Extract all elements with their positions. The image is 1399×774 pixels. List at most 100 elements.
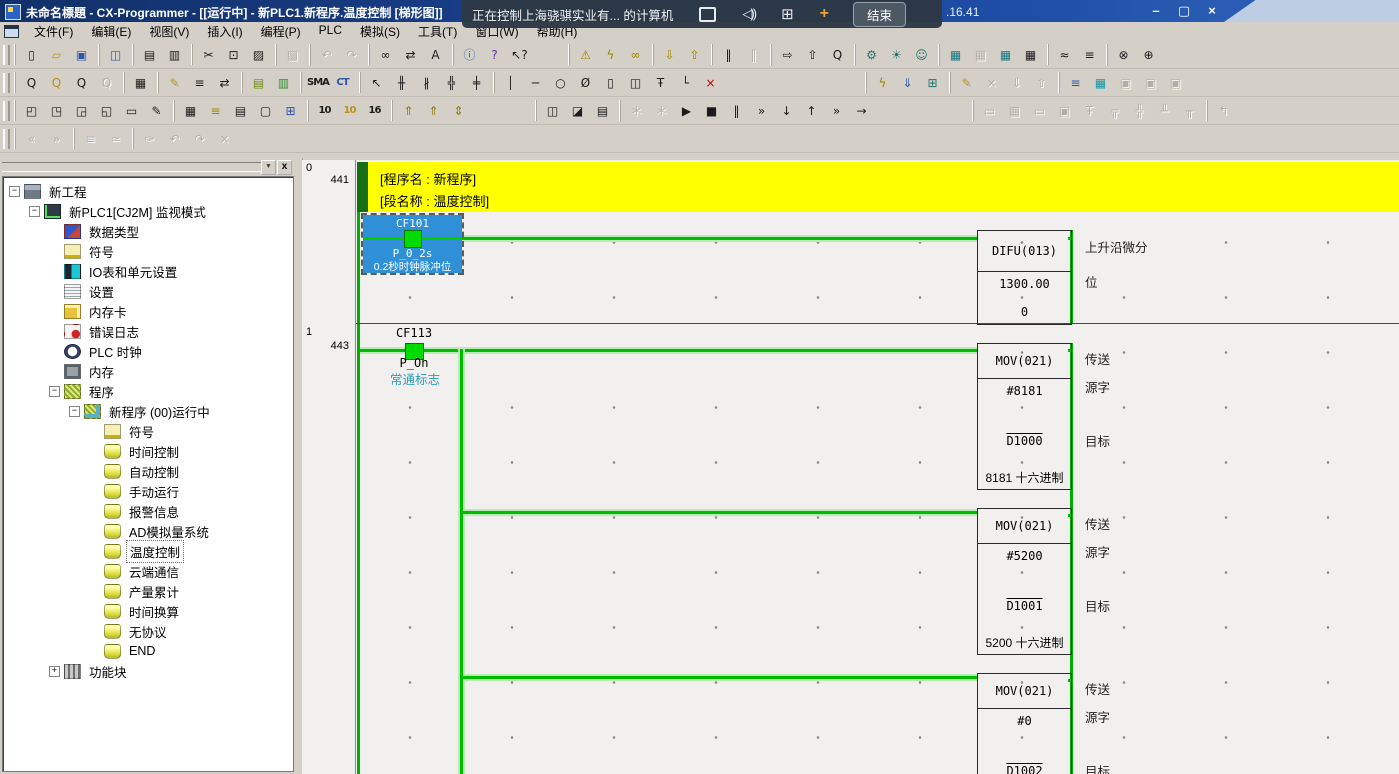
menu-item[interactable]: 插入(I): [198, 21, 251, 42]
monitor-mode-button[interactable]: ▦: [944, 44, 967, 65]
show-detail-button[interactable]: ≡: [188, 72, 211, 93]
tree-item[interactable]: 无协议: [3, 621, 293, 641]
distribute-5-button[interactable]: ╥: [1178, 100, 1201, 121]
vertical-line-button[interactable]: │: [499, 72, 522, 93]
work-online-button[interactable]: ‖: [717, 44, 740, 65]
data-trace-button[interactable]: ≡: [1078, 44, 1101, 65]
info-button[interactable]: ⓘ: [458, 44, 481, 65]
compile-button[interactable]: ⚠: [574, 44, 597, 65]
contact-cf101-selected[interactable]: CF101 P_0_2s 0.2秒时钟脉冲位: [363, 215, 462, 273]
instruction-button[interactable]: ▯: [599, 72, 622, 93]
debug-tool-button[interactable]: ☀: [885, 44, 908, 65]
zoom-out-button[interactable]: Q: [20, 72, 43, 93]
contact-or-nc-button[interactable]: ╪: [465, 72, 488, 93]
mov-instruction-box[interactable]: MOV(021)#0D1002: [977, 673, 1072, 774]
sim-connect-button[interactable]: ◪: [566, 100, 589, 121]
mov-instruction-box[interactable]: MOV(021)#5200D10015200 十六进制: [977, 508, 1072, 655]
menu-item[interactable]: 工具(T): [409, 21, 466, 42]
sim-to-cursor-button[interactable]: →: [850, 100, 873, 121]
single-window-button[interactable]: ▭: [120, 100, 143, 121]
tree-item[interactable]: AD模拟量系统: [3, 521, 293, 541]
select-pointer-button[interactable]: ↖: [365, 72, 388, 93]
compare-with-plc-button[interactable]: ⇧: [683, 44, 706, 65]
search-program-button[interactable]: Q: [826, 44, 849, 65]
print-preview-button[interactable]: ▥: [163, 44, 186, 65]
speaker-icon[interactable]: ◁)): [742, 6, 755, 22]
confirm-online-edit-button[interactable]: ⇧: [1030, 72, 1053, 93]
rung-comment-button[interactable]: ✎: [163, 72, 186, 93]
export-program-button[interactable]: ⇨: [776, 44, 799, 65]
tree-item[interactable]: 数据类型: [3, 221, 293, 241]
distribute-1-button[interactable]: Ŧ: [1078, 100, 1101, 121]
restore-button[interactable]: ▢: [1174, 3, 1194, 19]
monitor-settings-button[interactable]: ⚙: [860, 44, 883, 65]
tree-item[interactable]: −程序: [3, 381, 293, 401]
tree-expand-toggle[interactable]: −: [49, 386, 60, 397]
time-chart-button[interactable]: ≈: [1053, 44, 1076, 65]
tree-expand-toggle[interactable]: −: [29, 206, 40, 217]
send-changes-button[interactable]: ⇓: [896, 72, 919, 93]
cut-button[interactable]: ✂: [197, 44, 220, 65]
tree-item[interactable]: END: [3, 641, 293, 661]
line-connect-button[interactable]: └: [674, 72, 697, 93]
tree-item[interactable]: 错误日志: [3, 321, 293, 341]
pen-undo-button[interactable]: ↶: [163, 128, 186, 149]
clear-breakpoint-button[interactable]: ＊: [650, 100, 673, 121]
bcd-display-button[interactable]: 10: [338, 100, 361, 121]
list-style-button[interactable]: ≡: [79, 128, 102, 149]
monitor-2-button[interactable]: ▦: [969, 44, 992, 65]
tree-item[interactable]: 时间换算: [3, 601, 293, 621]
contact-no-button[interactable]: ╫: [390, 72, 413, 93]
tree-item[interactable]: 云端通信: [3, 561, 293, 581]
sim-step-button[interactable]: »: [750, 100, 773, 121]
edit-window-button[interactable]: ◳: [45, 100, 68, 121]
coil-nc-button[interactable]: Ø: [574, 72, 597, 93]
pause-monitor-button[interactable]: ‖: [742, 44, 765, 65]
online-edit-button[interactable]: ϟ: [871, 72, 894, 93]
tree-item[interactable]: 符号: [3, 421, 293, 441]
tree-item[interactable]: −新PLC1[CJ2M] 监视模式: [3, 201, 293, 221]
remote-tool-icon[interactable]: +: [820, 5, 829, 23]
force-off-button[interactable]: ⇑: [422, 100, 445, 121]
list-window-button[interactable]: ▢: [254, 100, 277, 121]
zoom-in-button[interactable]: Q: [70, 72, 93, 93]
sim-pause-button[interactable]: ‖: [725, 100, 748, 121]
contact-or-no-button[interactable]: ╬: [440, 72, 463, 93]
monitor-opt3-button[interactable]: ▣: [1164, 72, 1187, 93]
tree-item[interactable]: PLC 时钟: [3, 341, 293, 361]
tree-item[interactable]: −新工程: [3, 181, 293, 201]
difu-instruction-box[interactable]: DIFU(013) 1300.00 0: [977, 230, 1072, 325]
tree-item[interactable]: 产量累计: [3, 581, 293, 601]
tree-item[interactable]: −新程序 (00)运行中: [3, 401, 293, 421]
symbol-table-button[interactable]: SMA: [306, 72, 329, 93]
tree-item[interactable]: 自动控制: [3, 461, 293, 481]
open-file-button[interactable]: ▱: [45, 44, 68, 65]
menu-item[interactable]: 模拟(S): [351, 21, 409, 42]
compile-check-button[interactable]: ∞: [624, 44, 647, 65]
print-button[interactable]: ▤: [138, 44, 161, 65]
set-protect-button[interactable]: ⊗: [1112, 44, 1135, 65]
tree-item[interactable]: +功能块: [3, 661, 293, 681]
sim-online-button[interactable]: ◫: [541, 100, 564, 121]
paste-rung-button[interactable]: ▧: [281, 44, 304, 65]
minimize-button[interactable]: –: [1146, 3, 1166, 19]
output-window-button[interactable]: ≡: [204, 100, 227, 121]
context-help-button[interactable]: ↖?: [508, 44, 531, 65]
tree-expand-toggle[interactable]: +: [49, 666, 60, 677]
multi-io-monitor-button[interactable]: ≡: [1064, 72, 1087, 93]
pen-redo-button[interactable]: ↷: [188, 128, 211, 149]
undo-button[interactable]: ↶: [315, 44, 338, 65]
copy-button[interactable]: ⊡: [222, 44, 245, 65]
align-4-button[interactable]: ▣: [1053, 100, 1076, 121]
delete-line-button[interactable]: ×: [699, 72, 722, 93]
workspace-drag-bar[interactable]: [2, 162, 262, 172]
mov-instruction-box[interactable]: MOV(021)#8181D10008181 十六进制: [977, 343, 1072, 490]
hh-monitor-button[interactable]: ▦: [1089, 72, 1112, 93]
release-protect-button[interactable]: ⊕: [1137, 44, 1160, 65]
breakpoint-button[interactable]: ＊: [625, 100, 648, 121]
new-file-button[interactable]: ▯: [20, 44, 43, 65]
menu-item[interactable]: 编程(P): [252, 21, 310, 42]
fullscreen-icon[interactable]: [699, 7, 716, 22]
paste-button[interactable]: ▨: [247, 44, 270, 65]
fb-parameter-button[interactable]: Ŧ: [649, 72, 672, 93]
